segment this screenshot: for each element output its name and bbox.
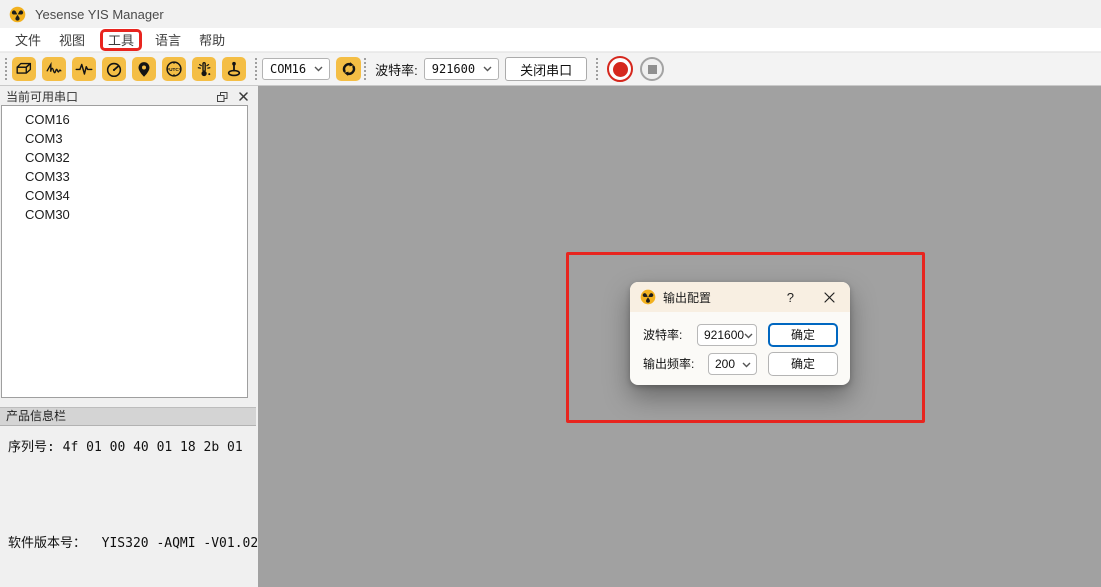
baud-rate-label: 波特率: <box>375 60 418 79</box>
port-list-item[interactable]: COM32 <box>2 148 247 167</box>
utc-time-button[interactable]: UTC <box>162 57 186 81</box>
dialog-titlebar[interactable]: 输出配置 ? <box>630 282 850 312</box>
record-dot-icon <box>613 62 628 77</box>
record-button[interactable] <box>607 56 633 82</box>
chevron-down-icon <box>314 66 323 72</box>
output-config-dialog: 输出配置 ? 波特率: 921600 确定 输出频率: <box>630 282 850 385</box>
dialog-logo-icon <box>640 289 656 305</box>
chevron-down-icon <box>483 66 492 72</box>
window-title: Yesense YIS Manager <box>35 7 164 22</box>
stop-square-icon <box>648 65 657 74</box>
toolbar-handle[interactable] <box>255 58 257 80</box>
dialog-baud-row: 波特率: 921600 确定 <box>643 323 839 346</box>
cube-3d-icon <box>14 59 34 79</box>
toolbar-handle[interactable] <box>596 58 598 80</box>
utc-clock-icon: UTC <box>164 59 184 79</box>
serial-number-value: 4f 01 00 40 01 18 2b 01 <box>63 440 243 455</box>
app-window: Yesense YIS Manager 文件 视图 工具 语言 帮助 <box>0 0 1101 587</box>
dialog-close-button[interactable] <box>822 290 837 305</box>
position-pin-button[interactable] <box>222 57 246 81</box>
dialog-help-button[interactable]: ? <box>785 290 796 305</box>
gauge-icon <box>104 59 124 79</box>
toolbar: UTC COM16 <box>0 52 1101 86</box>
float-window-icon <box>217 92 228 102</box>
product-info-header: 产品信息栏 <box>0 407 256 426</box>
menu-file[interactable]: 文件 <box>10 28 46 51</box>
dialog-frequency-value: 200 <box>715 357 735 371</box>
app-logo-icon <box>9 6 26 23</box>
location-button[interactable] <box>132 57 156 81</box>
port-list-item[interactable]: COM3 <box>2 129 247 148</box>
port-list-item[interactable]: COM34 <box>2 186 247 205</box>
software-version-label: 软件版本号： <box>8 536 102 551</box>
software-version-line: 软件版本号： YIS320 -AQMI -V01.02.03; <box>8 532 290 551</box>
angle-curve-icon <box>44 59 64 79</box>
menu-view[interactable]: 视图 <box>54 28 90 51</box>
chevron-down-icon <box>744 328 753 342</box>
panel-close-button[interactable] <box>234 89 252 104</box>
menu-tools[interactable]: 工具 <box>107 30 135 49</box>
com-port-value: COM16 <box>270 62 306 76</box>
dialog-baud-label: 波特率: <box>643 326 697 343</box>
serial-number-label: 序列号: <box>8 440 63 455</box>
dialog-title: 输出配置 <box>663 289 785 306</box>
stop-button[interactable] <box>640 57 664 81</box>
toolbar-handle[interactable] <box>364 58 366 80</box>
close-icon <box>824 292 835 303</box>
tools-menu-highlight-box: 工具 <box>100 29 142 51</box>
port-list-item[interactable]: COM16 <box>2 110 247 129</box>
port-list-item[interactable]: COM30 <box>2 205 247 224</box>
com-port-select[interactable]: COM16 <box>262 58 330 80</box>
chevron-down-icon <box>742 357 751 371</box>
menu-language[interactable]: 语言 <box>150 28 186 51</box>
toolbar-handle[interactable] <box>5 58 7 80</box>
thermometer-icon <box>194 59 214 79</box>
dialog-frequency-row: 输出频率: 200 确定 <box>643 352 839 375</box>
dock-panel-titlebar: 当前可用串口 <box>0 88 258 105</box>
close-icon <box>239 92 248 101</box>
dialog-baud-select[interactable]: 921600 <box>697 324 757 346</box>
dialog-frequency-label: 输出频率: <box>643 355 697 372</box>
dialog-frequency-ok-button[interactable]: 确定 <box>768 352 838 376</box>
gauge-button[interactable] <box>102 57 126 81</box>
refresh-icon <box>340 60 358 78</box>
menu-help[interactable]: 帮助 <box>194 28 230 51</box>
titlebar: Yesense YIS Manager <box>0 0 1101 28</box>
waveform-icon <box>74 59 94 79</box>
cube-3d-button[interactable] <box>12 57 36 81</box>
location-pin-icon <box>134 59 154 79</box>
baud-rate-value: 921600 <box>432 62 475 76</box>
port-list-item[interactable]: COM33 <box>2 167 247 186</box>
temperature-button[interactable] <box>192 57 216 81</box>
svg-text:UTC: UTC <box>169 67 179 73</box>
baud-rate-select[interactable]: 921600 <box>424 58 499 80</box>
close-port-button[interactable]: 关闭串口 <box>505 57 587 81</box>
port-list: COM16 COM3 COM32 COM33 COM34 COM30 <box>1 105 248 398</box>
serial-port-dock-panel: 当前可用串口 COM16 COM3 COM32 COM33 COM34 COM3… <box>0 86 258 587</box>
waveform-button[interactable] <box>72 57 96 81</box>
dialog-frequency-select[interactable]: 200 <box>708 353 757 375</box>
refresh-ports-button[interactable] <box>336 57 361 81</box>
angle-curve-button[interactable] <box>42 57 66 81</box>
dock-panel-title: 当前可用串口 <box>6 88 210 105</box>
dialog-baud-ok-button[interactable]: 确定 <box>768 323 838 347</box>
menu-bar: 文件 视图 工具 语言 帮助 <box>0 28 1101 52</box>
pin-base-icon <box>224 59 244 79</box>
serial-number-line: 序列号: 4f 01 00 40 01 18 2b 01 <box>8 436 243 455</box>
dialog-baud-value: 921600 <box>704 328 744 342</box>
float-panel-button[interactable] <box>213 89 231 104</box>
